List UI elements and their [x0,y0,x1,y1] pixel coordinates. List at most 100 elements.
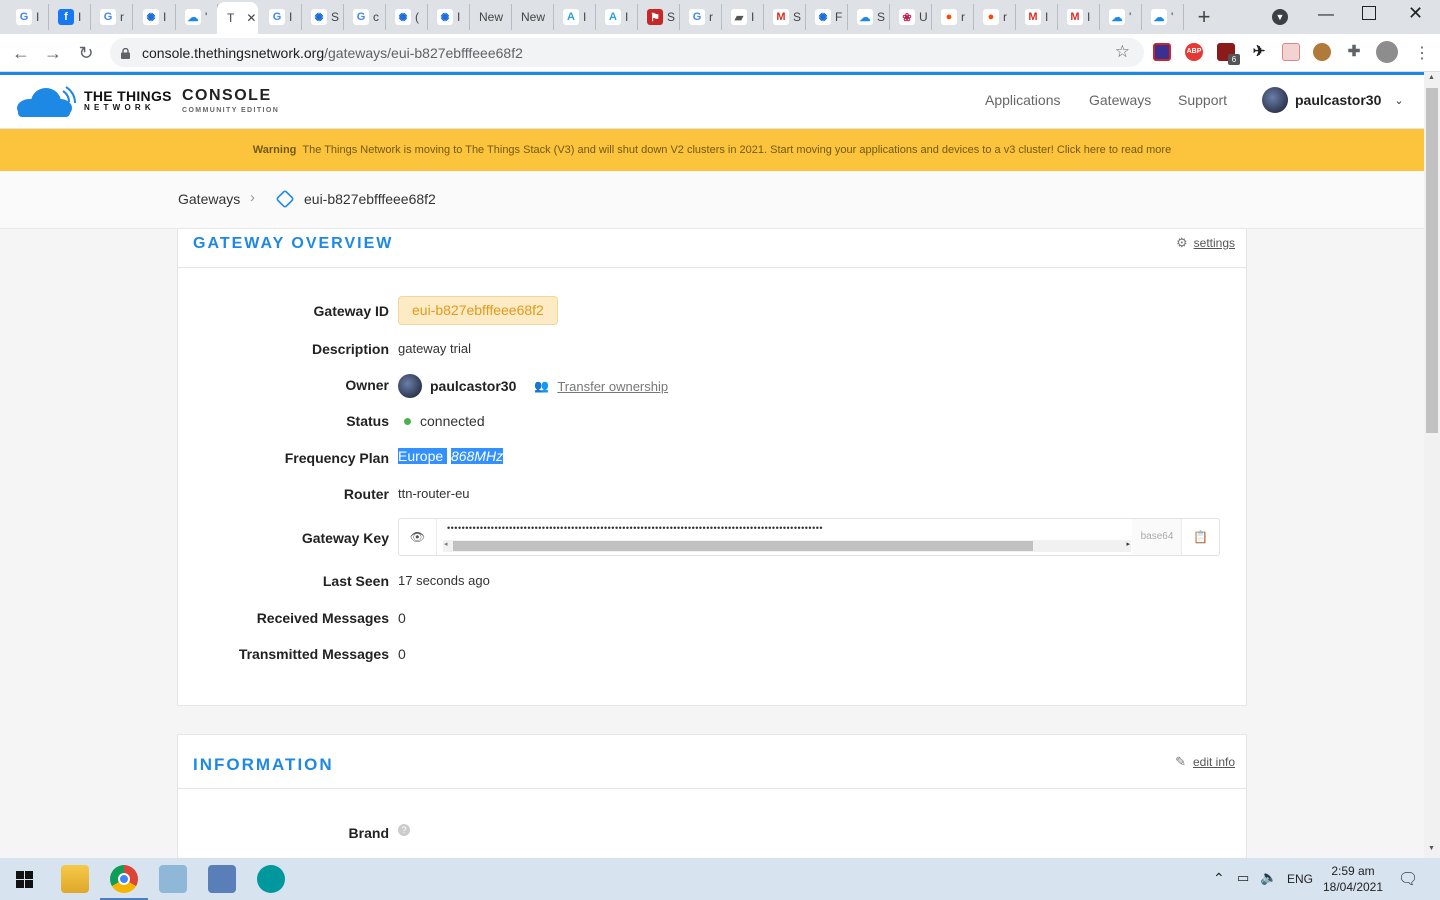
volume-icon[interactable]: 🔈 [1260,869,1277,886]
profile-avatar[interactable] [1376,41,1398,63]
tab-favicon-icon: A [563,9,579,25]
browser-tab[interactable]: ✺ S [303,4,344,30]
overview-card-header: GATEWAY OVERVIEW ⚙ settings [178,229,1246,268]
browser-tab[interactable]: ✺ F [807,4,848,30]
page-scrollbar-thumb[interactable] [1426,88,1438,433]
gateway-overview-card: GATEWAY OVERVIEW ⚙ settings Gateway ID e… [177,229,1247,706]
image-extension-icon[interactable] [1282,43,1300,61]
browser-tab[interactable]: GI [261,4,302,30]
notepad-icon[interactable] [159,865,187,893]
arduino-icon[interactable] [257,865,285,893]
tab-favicon-icon: ✺ [395,9,411,25]
browser-tab[interactable]: ● r [933,4,974,30]
eye-icon[interactable]: 👁 [399,519,437,555]
notifications-icon[interactable]: 🗨 [1398,869,1418,889]
browser-tab[interactable]: ⚑ S [639,4,680,30]
bookmark-star-icon[interactable]: ☆ [1115,42,1130,62]
key-scrollbar-thumb[interactable] [453,541,1033,551]
puzzle-extensions-icon[interactable]: ✚ [1345,43,1363,61]
browser-tab[interactable]: ☁ ' [1143,4,1184,30]
breadcrumb-gateways[interactable]: Gateways [178,191,240,207]
edit-info-link[interactable]: ✎ edit info [1175,754,1235,770]
nav-applications[interactable]: Applications [985,92,1061,108]
browser-tab[interactable]: New [471,4,512,30]
browser-tab[interactable]: Gr [681,4,722,30]
browser-tab[interactable]: MI [1017,4,1058,30]
scroll-left-icon[interactable]: ◂ [444,540,448,548]
browser-tab[interactable]: New [513,4,554,30]
browser-tab[interactable]: AI [555,4,596,30]
browser-tab[interactable]: ☁ S [849,4,890,30]
tab-search-icon[interactable]: ▼ [1272,9,1288,25]
browser-tab[interactable]: MS [765,4,806,30]
gateway-key-masked[interactable]: ••••••••••••••••••••••••••••••••••••••••… [447,523,1129,533]
browser-tab[interactable]: ✺( [387,4,428,30]
scroll-up-icon[interactable]: ▲ [1428,74,1435,81]
tab-title: I [457,10,461,24]
gateway-id-badge[interactable]: eui-b827ebfffeee68f2 [398,296,558,325]
browser-tab[interactable]: ☁ ' [1101,4,1142,30]
forward-icon[interactable]: → [42,42,64,64]
overview-title: GATEWAY OVERVIEW [193,235,394,252]
browser-tab[interactable]: ● r [975,4,1016,30]
back-icon[interactable]: ← [10,42,32,64]
browser-tab[interactable]: Gc [345,4,386,30]
scroll-down-icon[interactable]: ▼ [1428,845,1435,852]
tab-title: r [120,10,124,24]
tab-title: I [36,10,40,24]
adblock-icon[interactable]: ABP [1185,43,1203,61]
close-tab-icon[interactable]: ✕ [246,11,256,25]
user-menu[interactable]: paulcastor30 ⌄ [1262,86,1404,114]
cookie-extension-icon[interactable] [1313,43,1331,61]
url-host: console.thethingsnetwork.org [142,45,325,61]
nav-gateways[interactable]: Gateways [1089,92,1151,108]
browser-tab[interactable]: ✺ I [429,4,470,30]
help-icon[interactable]: ? [398,824,410,836]
migration-warning-banner[interactable]: Warning The Things Network is moving to … [0,129,1424,171]
network-tool-icon[interactable] [208,865,236,893]
tab-title: r [961,10,965,24]
nav-support[interactable]: Support [1178,92,1227,108]
clock[interactable]: 2:59 am 18/04/2021 [1322,863,1384,895]
browser-tab[interactable]: ☁ ' [177,4,218,30]
network-icon[interactable]: ▭ [1237,870,1249,886]
extension-icon[interactable] [1153,43,1171,61]
file-explorer-icon[interactable] [61,865,89,893]
close-window-button[interactable]: ✕ [1408,3,1423,24]
new-tab-button[interactable]: + [1192,5,1216,29]
clock-time: 2:59 am [1331,864,1375,878]
tab-favicon-icon: ● [941,9,957,25]
tab-title: ' [205,10,208,24]
settings-link[interactable]: ⚙ settings [1176,235,1235,251]
tab-favicon-icon: M [1025,9,1041,25]
tab-favicon-icon: G [353,9,369,25]
copy-icon[interactable]: 📋 [1181,519,1219,555]
active-browser-tab[interactable]: T ✕ [217,2,258,34]
browser-tab[interactable]: AI [597,4,638,30]
windows-start-icon[interactable] [16,871,33,888]
browser-tab[interactable]: GI [8,4,49,30]
browser-tab[interactable]: fI [50,4,91,30]
ttn-cloud-logo-icon[interactable] [16,85,76,117]
browser-tab[interactable]: Gr [92,4,133,30]
tray-chevron-up-icon[interactable]: ⌃ [1213,870,1225,887]
minimize-button[interactable]: — [1318,6,1334,23]
browser-tab[interactable]: ✺ I [135,4,176,30]
address-bar[interactable]: console.thethingsnetwork.org/gateways/eu… [110,38,1144,67]
reload-icon[interactable]: ↻ [75,42,97,64]
warning-text: The Things Network is moving to The Thin… [302,144,1172,156]
key-format-label[interactable]: base64 [1132,519,1182,555]
transfer-ownership-link[interactable]: Transfer ownership [557,379,668,394]
page-scrollbar[interactable]: ▲ ▼ [1424,72,1440,858]
language-indicator[interactable]: ENG [1287,872,1313,886]
browser-menu-icon[interactable]: ⋮ [1414,43,1430,63]
browser-tab[interactable]: ❀ U [891,4,932,30]
scroll-right-icon[interactable]: ▸ [1126,540,1130,548]
tab-favicon-icon: ✺ [437,9,453,25]
browser-tab[interactable]: MI [1059,4,1100,30]
key-scrollbar[interactable]: ◂ ▸ [443,540,1131,552]
restore-button[interactable] [1362,6,1376,20]
bird-extension-icon[interactable]: ✈ [1250,43,1268,61]
browser-tab[interactable]: ▰ I [723,4,764,30]
description-value: gateway trial [398,341,471,356]
